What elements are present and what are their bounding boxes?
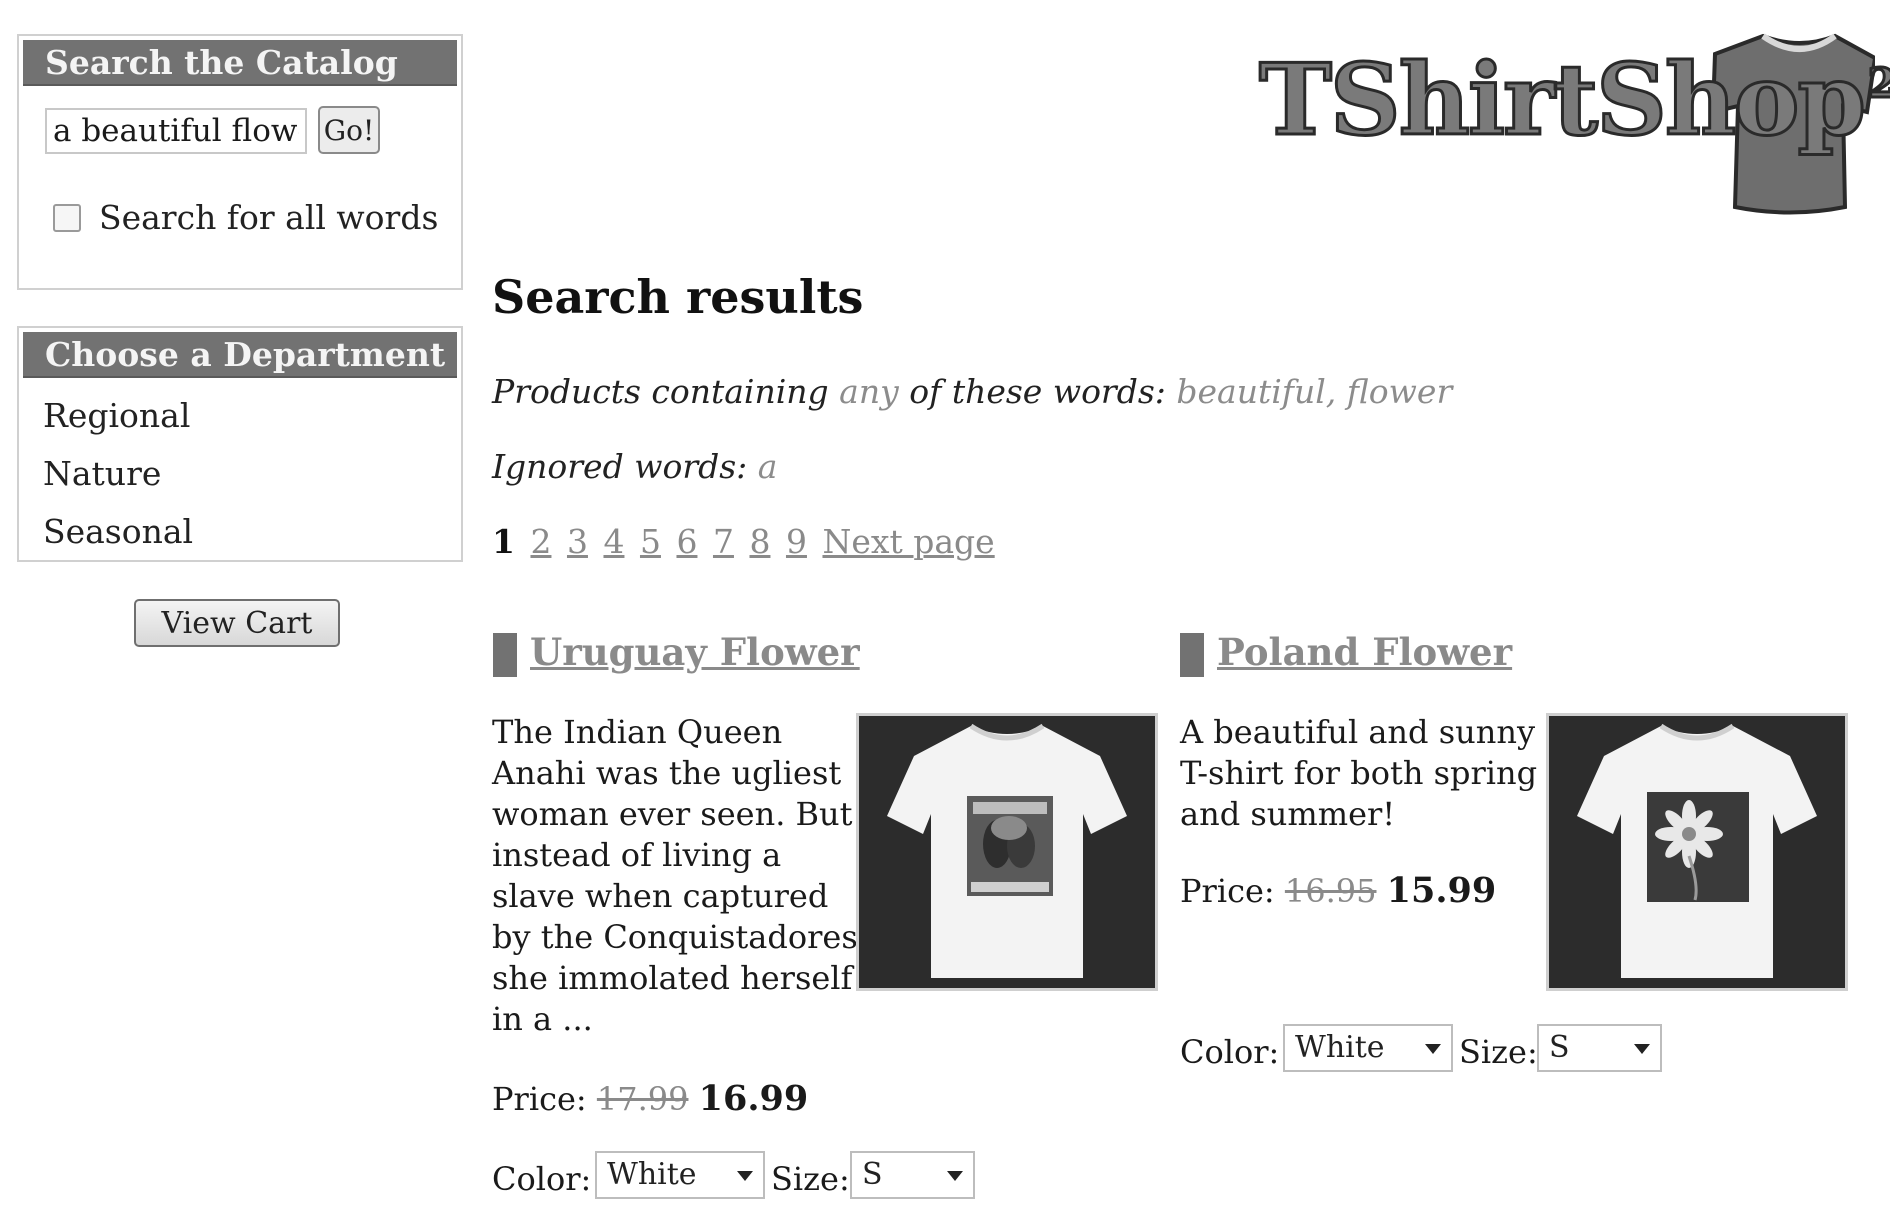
search-input[interactable] — [45, 108, 307, 154]
pager-link-5[interactable]: 5 — [640, 522, 661, 561]
go-button[interactable]: Go! — [318, 106, 380, 154]
chevron-down-icon — [737, 1171, 753, 1181]
page-title: Search results — [492, 270, 864, 324]
tshirt-stamp-flower-icon — [1577, 723, 1817, 978]
department-title: Choose a Department — [23, 332, 457, 378]
product-title-marker — [1180, 633, 1204, 677]
old-price: 16.95 — [1284, 872, 1377, 910]
product-description: The Indian Queen Anahi was the ugliest w… — [492, 713, 868, 1038]
next-page-link[interactable]: Next page — [822, 522, 994, 561]
color-label: Color: — [1180, 1033, 1280, 1071]
search-catalog-box: Search the Catalog Go! Search for all wo… — [17, 34, 463, 290]
size-select-value: S — [862, 1157, 883, 1192]
view-cart-button[interactable]: View Cart — [134, 599, 340, 647]
color-select-value: White — [607, 1157, 697, 1192]
product-image-uruguay-flower[interactable] — [856, 713, 1158, 991]
logo-wordmark: TShirtShop — [1258, 43, 1868, 158]
product-image-poland-flower[interactable] — [1546, 713, 1848, 991]
department-item-regional[interactable]: Regional — [43, 396, 190, 435]
pager-link-3[interactable]: 3 — [567, 522, 588, 561]
price-label: Price: — [1180, 872, 1275, 910]
chevron-down-icon — [947, 1171, 963, 1181]
criteria-middle: of these words: — [909, 372, 1166, 411]
department-item-nature[interactable]: Nature — [43, 454, 161, 493]
color-select-value: White — [1295, 1030, 1385, 1065]
product-description: A beautiful and sunny T-shirt for both s… — [1180, 713, 1538, 833]
pager-link-7[interactable]: 7 — [713, 522, 734, 561]
old-price: 17.99 — [596, 1080, 689, 1118]
criteria-words: beautiful, flower — [1176, 372, 1453, 411]
pager-link-8[interactable]: 8 — [749, 522, 770, 561]
ignored-label: Ignored words: — [492, 447, 748, 486]
price-label: Price: — [492, 1080, 587, 1118]
color-label: Color: — [492, 1160, 592, 1198]
pager-link-6[interactable]: 6 — [676, 522, 697, 561]
criteria-prefix: Products containing — [492, 372, 829, 411]
search-criteria-line: Products containing any of these words: … — [492, 372, 1452, 411]
color-select[interactable]: White — [595, 1151, 765, 1199]
pager-link-4[interactable]: 4 — [603, 522, 624, 561]
product-title-marker — [493, 633, 517, 677]
ignored-words: a — [757, 447, 778, 486]
pager: 1 2 3 4 5 6 7 8 9 Next page — [492, 522, 995, 561]
logo-text: TShirtShop 2 — [1258, 50, 1890, 151]
size-select[interactable]: S — [850, 1151, 975, 1199]
department-box: Choose a Department Regional Nature Seas… — [17, 326, 463, 562]
ignored-words-line: Ignored words: a — [492, 447, 777, 486]
criteria-mode: any — [839, 372, 899, 411]
logo-superscript: 2 — [1867, 60, 1890, 107]
size-select[interactable]: S — [1537, 1024, 1662, 1072]
pager-link-9[interactable]: 9 — [786, 522, 807, 561]
tshirtshop-logo[interactable]: TShirtShop 2 — [1245, 32, 1890, 217]
new-price: 15.99 — [1386, 870, 1497, 911]
tshirt-stamp-flower-icon — [887, 723, 1127, 978]
product-title-uruguay-flower[interactable]: Uruguay Flower — [530, 630, 860, 674]
chevron-down-icon — [1425, 1044, 1441, 1054]
pager-current-page: 1 — [492, 522, 515, 561]
product-price: Price: 16.95 15.99 — [1180, 870, 1496, 911]
search-catalog-title: Search the Catalog — [23, 40, 457, 86]
new-price: 16.99 — [698, 1078, 809, 1119]
product-price: Price: 17.99 16.99 — [492, 1078, 808, 1119]
chevron-down-icon — [1634, 1044, 1650, 1054]
size-label: Size: — [1459, 1033, 1538, 1071]
department-item-seasonal[interactable]: Seasonal — [43, 512, 193, 551]
all-words-checkbox[interactable] — [53, 204, 81, 232]
color-select[interactable]: White — [1283, 1024, 1453, 1072]
size-label: Size: — [771, 1160, 850, 1198]
all-words-label: Search for all words — [99, 198, 439, 237]
pager-link-2[interactable]: 2 — [530, 522, 551, 561]
size-select-value: S — [1549, 1030, 1570, 1065]
product-title-poland-flower[interactable]: Poland Flower — [1217, 630, 1512, 674]
